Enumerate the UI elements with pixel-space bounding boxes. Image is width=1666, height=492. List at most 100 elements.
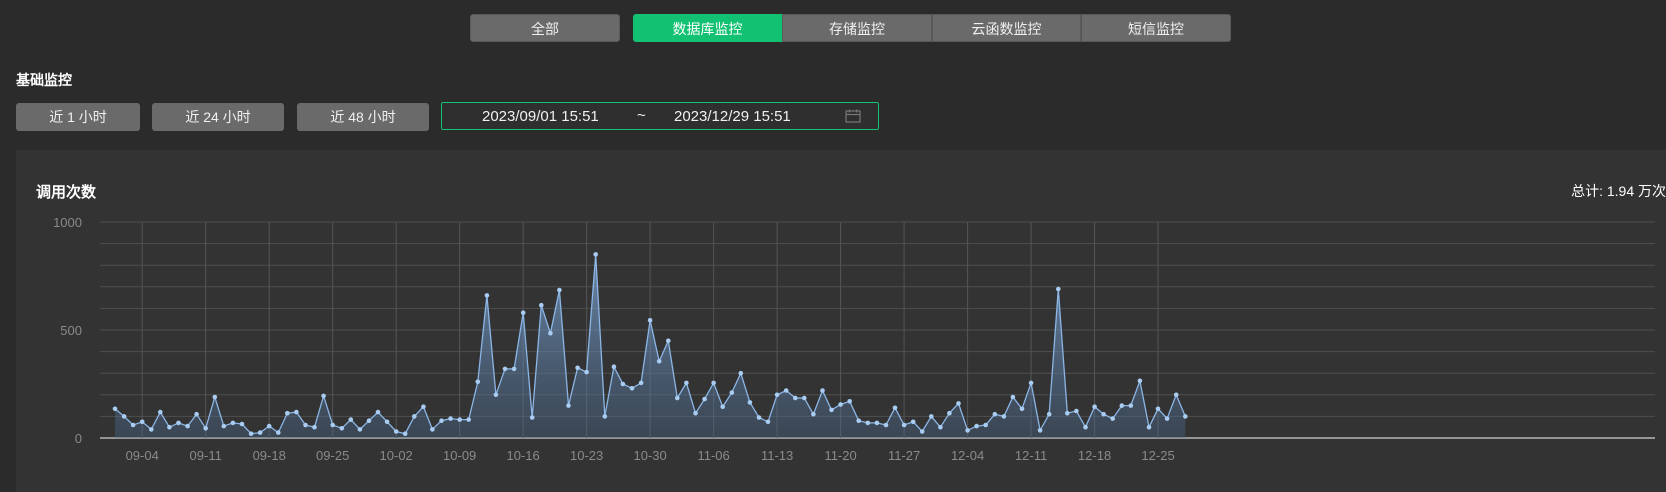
- data-point: [656, 359, 662, 364]
- data-point: [1019, 406, 1025, 412]
- data-point: [203, 426, 208, 431]
- data-point: [747, 400, 753, 405]
- data-point: [820, 388, 825, 393]
- data-point: [965, 428, 970, 433]
- x-tick-label: 09-04: [126, 448, 159, 463]
- data-point: [194, 411, 199, 417]
- data-point: [1010, 394, 1016, 400]
- data-point: [620, 381, 626, 387]
- data-point: [811, 411, 816, 417]
- data-point: [1056, 286, 1061, 292]
- data-point: [366, 418, 372, 424]
- data-point: [765, 419, 771, 425]
- x-tick-label: 11-27: [888, 448, 920, 463]
- data-point: [139, 419, 145, 425]
- data-point: [557, 287, 562, 293]
- data-point: [121, 414, 127, 419]
- data-point: [303, 422, 308, 428]
- data-point: [1137, 378, 1143, 384]
- data-point: [992, 411, 998, 417]
- data-point: [412, 414, 417, 419]
- x-tick-label: 12-04: [951, 448, 984, 463]
- data-point: [239, 421, 245, 427]
- data-point: [130, 422, 136, 428]
- data-point: [847, 399, 852, 404]
- x-tick-label: 10-02: [380, 448, 413, 463]
- data-point: [1146, 424, 1152, 430]
- data-point: [421, 404, 426, 410]
- data-point: [865, 420, 871, 426]
- data-point: [384, 419, 390, 425]
- data-point: [783, 388, 789, 393]
- data-point: [212, 394, 218, 400]
- data-point: [1173, 392, 1179, 398]
- data-point: [611, 364, 617, 370]
- data-point: [938, 424, 943, 430]
- data-point: [1065, 410, 1070, 416]
- data-point: [1101, 411, 1106, 417]
- data-point: [647, 318, 653, 323]
- data-point: [1001, 414, 1007, 419]
- data-point: [919, 429, 925, 434]
- x-tick-label: 10-30: [634, 448, 667, 463]
- data-point: [602, 414, 608, 419]
- data-point: [1155, 406, 1161, 412]
- data-point: [511, 366, 517, 372]
- data-point: [357, 427, 363, 432]
- x-tick-label: 10-16: [507, 448, 540, 463]
- data-point: [484, 293, 490, 298]
- data-point: [1037, 428, 1043, 433]
- data-point: [684, 380, 689, 386]
- data-point: [430, 427, 435, 432]
- x-tick-label: 12-11: [1015, 448, 1047, 463]
- data-point: [1110, 416, 1115, 421]
- data-point: [548, 330, 553, 336]
- data-point: [956, 401, 961, 406]
- data-point: [1074, 408, 1079, 414]
- y-tick-label: 1000: [53, 215, 82, 230]
- data-point: [493, 392, 499, 398]
- data-point: [829, 407, 834, 413]
- data-point: [1028, 380, 1034, 386]
- data-point: [856, 418, 861, 424]
- data-point: [402, 431, 408, 437]
- data-point: [1128, 403, 1134, 408]
- data-point: [1083, 424, 1088, 430]
- data-point: [711, 380, 716, 386]
- data-point: [593, 252, 598, 257]
- data-point: [738, 370, 744, 376]
- data-point: [257, 430, 263, 435]
- x-tick-label: 10-09: [443, 448, 476, 463]
- data-point: [774, 392, 780, 398]
- data-point: [1092, 404, 1097, 410]
- x-tick-label: 09-25: [316, 448, 349, 463]
- data-point: [693, 410, 698, 416]
- data-point: [1183, 414, 1188, 419]
- x-tick-label: 11-13: [761, 448, 793, 463]
- data-point: [230, 420, 236, 426]
- data-point: [566, 403, 571, 408]
- data-point: [883, 422, 889, 428]
- x-tick-label: 10-23: [570, 448, 603, 463]
- data-point: [901, 422, 907, 428]
- data-point: [266, 423, 272, 429]
- data-point: [529, 415, 535, 420]
- data-point: [149, 427, 154, 432]
- data-point: [185, 423, 190, 429]
- data-point: [910, 419, 916, 425]
- data-point: [348, 417, 354, 422]
- data-point: [793, 395, 798, 401]
- data-point: [892, 405, 898, 411]
- data-point: [475, 379, 481, 385]
- data-point: [947, 410, 952, 416]
- data-point: [802, 395, 807, 401]
- data-point: [1164, 416, 1170, 421]
- x-tick-label: 11-06: [697, 448, 729, 463]
- data-point: [502, 366, 508, 372]
- data-point: [285, 410, 290, 416]
- data-point: [729, 390, 735, 395]
- data-point: [666, 338, 671, 344]
- data-point: [167, 424, 172, 430]
- data-point: [702, 396, 707, 402]
- data-point: [112, 406, 118, 412]
